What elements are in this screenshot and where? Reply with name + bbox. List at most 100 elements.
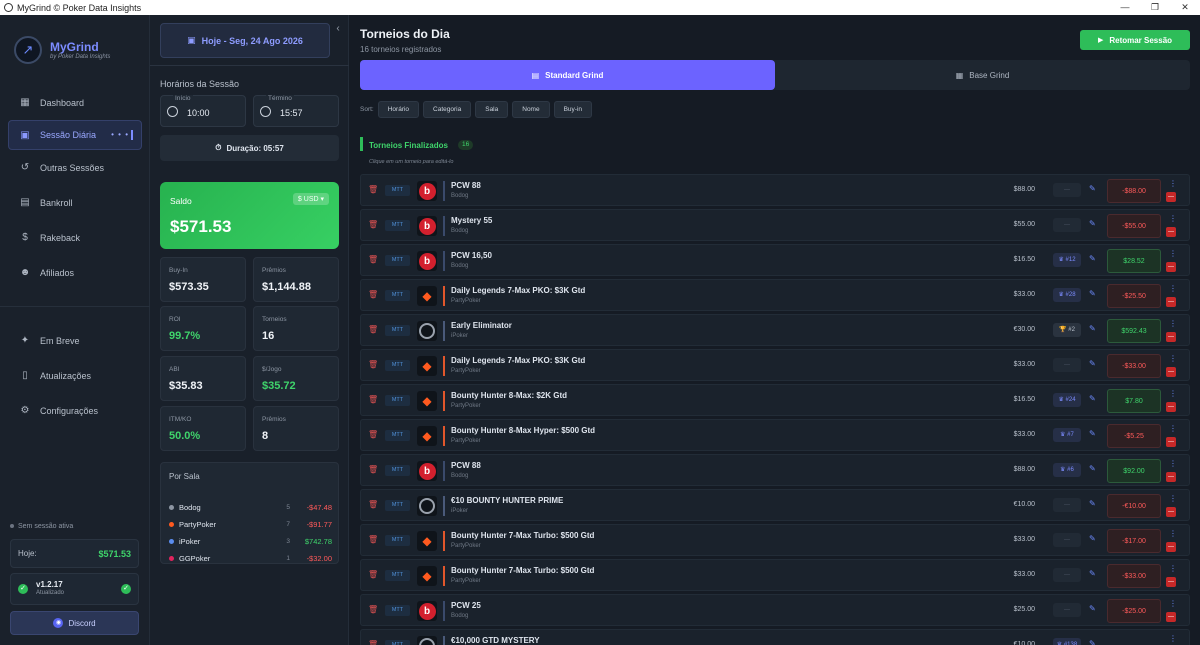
- more-options-icon[interactable]: ⋮: [1169, 424, 1177, 433]
- edit-icon[interactable]: ✎: [1089, 639, 1096, 645]
- resume-session-button[interactable]: ▶ Retomar Sessão: [1080, 30, 1190, 50]
- edit-icon[interactable]: ✎: [1089, 219, 1096, 228]
- tab-standard-grind[interactable]: ▤ Standard Grind: [360, 60, 775, 90]
- brand: ↗ MyGrind by Poker Data Insights: [0, 15, 149, 71]
- sidebar-item-outras-sess-es[interactable]: ↺ Outras Sessões: [0, 150, 150, 185]
- edit-icon[interactable]: ✎: [1089, 324, 1096, 333]
- sidebar-item-sess-o-di-ria[interactable]: ▣ Sessão Diária • • •: [8, 120, 142, 150]
- end-time-field[interactable]: Término 15:57: [253, 95, 339, 127]
- table-row[interactable]: 🗑 MTT ◆ Bounty Hunter 8-Max Hyper: $500 Gtd…: [360, 419, 1190, 451]
- start-time-field[interactable]: Início 10:00: [160, 95, 246, 127]
- more-options-icon[interactable]: ⋮: [1169, 249, 1177, 258]
- sort-time-button[interactable]: Horário: [377, 101, 420, 118]
- delete-button[interactable]: —: [1166, 612, 1176, 622]
- sidebar-item-dashboard[interactable]: ▦ Dashboard: [0, 85, 150, 120]
- table-row[interactable]: 🗑 MTT b PCW 88 Bodog $88.00 ♛ #6 ✎ $92.00 ⋮ —: [360, 454, 1190, 486]
- sidebar-item-bankroll[interactable]: ▤ Bankroll: [0, 185, 150, 220]
- edit-icon[interactable]: ✎: [1089, 569, 1096, 578]
- table-row[interactable]: 🗑 MTT b PCW 88 Bodog $88.00 — ✎ -$88.00 ⋮ —: [360, 174, 1190, 206]
- trash-icon[interactable]: 🗑: [368, 290, 378, 299]
- edit-icon[interactable]: ✎: [1089, 254, 1096, 263]
- trash-icon[interactable]: 🗑: [368, 570, 378, 579]
- table-row[interactable]: 🗑 MTT ◆ Daily Legends 7-Max PKO: $3K Gtd Par…: [360, 279, 1190, 311]
- trash-icon[interactable]: 🗑: [368, 255, 378, 264]
- more-options-icon[interactable]: ⋮: [1169, 634, 1177, 643]
- trash-icon[interactable]: 🗑: [368, 430, 378, 439]
- trash-icon[interactable]: 🗑: [368, 500, 378, 509]
- more-options-icon[interactable]: ⋮: [1169, 284, 1177, 293]
- more-options-icon[interactable]: ⋮: [1169, 389, 1177, 398]
- balance-card: Saldo $ USD ▾ $571.53: [160, 182, 339, 249]
- trash-icon[interactable]: 🗑: [368, 325, 378, 334]
- edit-icon[interactable]: ✎: [1089, 429, 1096, 438]
- edit-icon[interactable]: ✎: [1089, 604, 1096, 613]
- edit-icon[interactable]: ✎: [1089, 499, 1096, 508]
- sidebar-item-rakeback[interactable]: $ Rakeback: [0, 220, 150, 255]
- edit-icon[interactable]: ✎: [1089, 394, 1096, 403]
- minimize-button[interactable]: —: [1110, 0, 1140, 15]
- table-row[interactable]: 🗑 MTT ◆ Daily Legends 7-Max PKO: $3K Gtd Par…: [360, 349, 1190, 381]
- more-options-icon[interactable]: ⋮: [1169, 179, 1177, 188]
- delete-button[interactable]: —: [1166, 262, 1176, 272]
- maximize-button[interactable]: ❐: [1140, 0, 1170, 15]
- sidebar-item-atualiza-es[interactable]: ▯ Atualizações: [0, 358, 150, 393]
- trash-icon[interactable]: 🗑: [368, 220, 378, 229]
- trash-icon[interactable]: 🗑: [368, 605, 378, 614]
- table-row[interactable]: 🗑 MTT ◆ Bounty Hunter 8-Max: $2K Gtd PartyPo…: [360, 384, 1190, 416]
- table-row[interactable]: 🗑 MTT b Mystery 55 Bodog $55.00 — ✎ -$55.00 ⋮ —: [360, 209, 1190, 241]
- delete-button[interactable]: —: [1166, 402, 1176, 412]
- delete-button[interactable]: —: [1166, 192, 1176, 202]
- table-row[interactable]: 🗑 MTT Early Eliminator iPoker €30.00 🏆 #2 ✎ $59…: [360, 314, 1190, 346]
- delete-button[interactable]: —: [1166, 297, 1176, 307]
- tab-base-grind[interactable]: ▦ Base Grind: [775, 60, 1190, 90]
- delete-button[interactable]: —: [1166, 472, 1176, 482]
- edit-icon[interactable]: ✎: [1089, 534, 1096, 543]
- table-row[interactable]: 🗑 MTT €10 BOUNTY HUNTER PRIME iPoker €10.00 —…: [360, 489, 1190, 521]
- sidebar-item-label: Rakeback: [40, 232, 81, 243]
- table-row[interactable]: 🗑MTT€10,000 GTD MYSTERYiPoker€10.00♛ #13…: [360, 629, 1190, 645]
- edit-icon[interactable]: ✎: [1089, 359, 1096, 368]
- more-options-icon[interactable]: ⋮: [1169, 529, 1177, 538]
- discord-button[interactable]: ◉ Discord: [10, 611, 139, 635]
- sort-name-button[interactable]: Nome: [512, 101, 550, 118]
- more-options-icon[interactable]: ⋮: [1169, 494, 1177, 503]
- more-options-icon[interactable]: ⋮: [1169, 214, 1177, 223]
- table-row[interactable]: 🗑 MTT ◆ Bounty Hunter 7-Max Turbo: $500 Gtd…: [360, 559, 1190, 591]
- collapse-panel-button[interactable]: ‹: [331, 23, 345, 41]
- delete-button[interactable]: —: [1166, 227, 1176, 237]
- edit-icon[interactable]: ✎: [1089, 289, 1096, 298]
- sort-buyin-button[interactable]: Buy-in: [553, 101, 593, 118]
- more-options-icon[interactable]: ⋮: [1169, 319, 1177, 328]
- edit-icon[interactable]: ✎: [1089, 464, 1096, 473]
- trash-icon[interactable]: 🗑: [368, 465, 378, 474]
- trash-icon[interactable]: 🗑: [368, 535, 378, 544]
- table-row[interactable]: 🗑 MTT b PCW 25 Bodog $25.00 — ✎ -$25.00 ⋮ —: [360, 594, 1190, 626]
- more-options-icon[interactable]: ⋮: [1169, 354, 1177, 363]
- delete-button[interactable]: —: [1166, 437, 1176, 447]
- date-picker-button[interactable]: ▣ Hoje - Seg, 24 Ago 2026: [160, 23, 330, 58]
- trash-icon[interactable]: 🗑: [368, 360, 378, 369]
- table-row[interactable]: 🗑 MTT b PCW 16,50 Bodog $16.50 ♛ #12 ✎ $28.52 ⋮ —: [360, 244, 1190, 276]
- table-row[interactable]: 🗑 MTT ◆ Bounty Hunter 7-Max Turbo: $500 Gtd…: [360, 524, 1190, 556]
- sort-room-button[interactable]: Sala: [475, 101, 509, 118]
- delete-button[interactable]: —: [1166, 332, 1176, 342]
- result-value: -$17.00: [1107, 529, 1161, 553]
- sort-category-button[interactable]: Categoria: [423, 101, 472, 118]
- sidebar-item-afiliados[interactable]: ☻ Afiliados: [0, 255, 150, 290]
- delete-button[interactable]: —: [1166, 577, 1176, 587]
- edit-icon[interactable]: ✎: [1089, 184, 1096, 193]
- room-row: Bodog 5 -$47.48: [169, 501, 332, 513]
- currency-select[interactable]: $ USD ▾: [292, 193, 329, 205]
- delete-button[interactable]: —: [1166, 367, 1176, 377]
- more-options-icon[interactable]: ⋮: [1169, 459, 1177, 468]
- trash-icon[interactable]: 🗑: [368, 185, 378, 194]
- close-button[interactable]: ✕: [1170, 0, 1200, 15]
- delete-button[interactable]: —: [1166, 507, 1176, 517]
- more-options-icon[interactable]: ⋮: [1169, 599, 1177, 608]
- trash-icon[interactable]: 🗑: [368, 395, 378, 404]
- sidebar-item-em-breve[interactable]: ✦ Em Breve: [0, 323, 150, 358]
- delete-button[interactable]: —: [1166, 542, 1176, 552]
- trash-icon[interactable]: 🗑: [368, 640, 378, 645]
- more-options-icon[interactable]: ⋮: [1169, 564, 1177, 573]
- sidebar-item-configura-es[interactable]: ⚙ Configurações: [0, 393, 150, 428]
